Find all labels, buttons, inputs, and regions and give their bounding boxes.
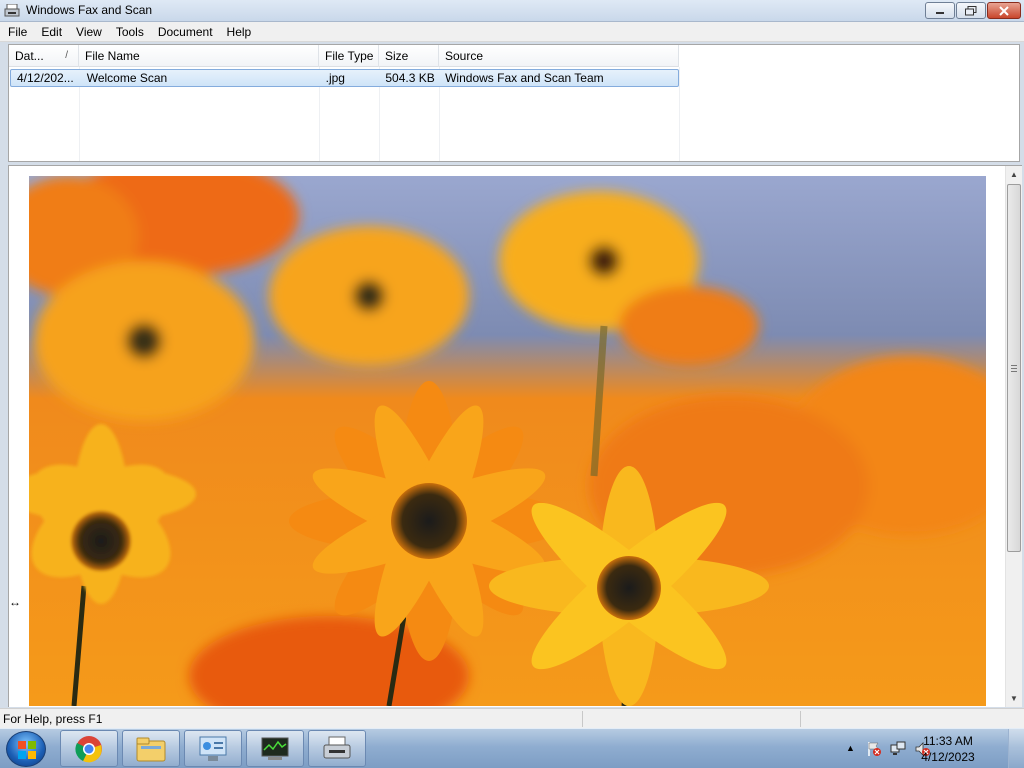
show-desktop-button[interactable]	[1008, 729, 1024, 768]
title-bar: Windows Fax and Scan	[0, 0, 1024, 22]
taskbar: ▲ 11:33 AM 4/12/2023	[0, 728, 1024, 768]
minimize-icon	[936, 11, 944, 14]
column-header-date[interactable]: Dat... /	[9, 45, 79, 67]
chrome-icon	[75, 735, 102, 762]
column-header-file-name[interactable]: File Name	[79, 45, 319, 67]
fax-scan-taskbar-button[interactable]	[308, 730, 366, 767]
network-icon[interactable]	[890, 741, 906, 757]
control-panel-taskbar-button[interactable]	[184, 730, 242, 767]
preview-pane: ↔ ▲ ▼	[8, 165, 1022, 707]
cell-file-name: Welcome Scan	[86, 71, 168, 85]
cell-date: 4/12/202...	[17, 71, 74, 85]
scroll-up-icon[interactable]: ▲	[1006, 166, 1022, 183]
column-header-file-type[interactable]: File Type	[319, 45, 379, 67]
menu-file[interactable]: File	[0, 22, 33, 42]
grip-line	[1011, 365, 1017, 366]
vertical-scrollbar[interactable]: ▲ ▼	[1005, 166, 1022, 707]
minimize-button[interactable]	[925, 2, 955, 19]
grip-line	[1011, 368, 1017, 369]
scrollbar-thumb[interactable]	[1007, 184, 1021, 552]
close-button[interactable]	[987, 2, 1021, 19]
chrome-taskbar-button[interactable]	[60, 730, 118, 767]
clock-time[interactable]: 11:33 AM	[908, 734, 988, 748]
clock-date[interactable]: 4/12/2023	[908, 750, 988, 764]
menu-view[interactable]: View	[68, 22, 108, 42]
action-center-icon[interactable]	[866, 741, 882, 757]
grip-line	[1011, 371, 1017, 372]
resize-cursor-icon: ↔	[9, 595, 21, 609]
fax-scan-icon	[323, 736, 351, 758]
column-header-size[interactable]: Size	[379, 45, 439, 67]
scanned-image-flowers	[29, 176, 986, 706]
cell-file-type: .jpg	[325, 71, 345, 85]
menu-tools[interactable]: Tools	[108, 22, 150, 42]
windows-logo-icon	[18, 741, 36, 759]
table-row[interactable]: 4/12/202... Welcome Scan .jpg 504.3 KB W…	[10, 69, 679, 87]
cell-size: 504.3 KB	[385, 71, 435, 85]
column-divider	[679, 67, 680, 161]
control-panel-icon	[199, 736, 227, 761]
restore-icon	[965, 5, 977, 15]
cell-source: Windows Fax and Scan Team	[445, 71, 604, 85]
status-divider	[800, 711, 801, 727]
windows-start-icon[interactable]	[6, 731, 46, 767]
column-header-source[interactable]: Source	[439, 45, 679, 67]
system-monitor-taskbar-button[interactable]	[246, 730, 304, 767]
file-explorer-icon	[136, 737, 166, 761]
system-monitor-icon	[261, 737, 289, 760]
menu-document[interactable]: Document	[150, 22, 219, 42]
fax-app-icon	[4, 4, 20, 17]
column-label-date: Dat...	[15, 49, 44, 63]
restore-button[interactable]	[956, 2, 986, 19]
show-hidden-icons-icon[interactable]: ▲	[846, 743, 862, 759]
menu-edit[interactable]: Edit	[33, 22, 68, 42]
menu-bar: File Edit View Tools Document Help	[0, 22, 1024, 42]
explorer-taskbar-button[interactable]	[122, 730, 180, 767]
status-divider	[582, 711, 583, 727]
menu-help[interactable]: Help	[219, 22, 258, 42]
sort-indicator-icon: /	[65, 50, 68, 61]
document-list[interactable]: Dat... / File Name File Type Size Source…	[8, 44, 1020, 162]
status-bar: For Help, press F1	[0, 708, 1024, 728]
scroll-down-icon[interactable]: ▼	[1006, 690, 1022, 707]
list-header: Dat... / File Name File Type Size Source	[9, 45, 679, 67]
window-title: Windows Fax and Scan	[26, 3, 153, 17]
close-icon	[999, 5, 1009, 16]
status-help-text: For Help, press F1	[3, 712, 103, 726]
